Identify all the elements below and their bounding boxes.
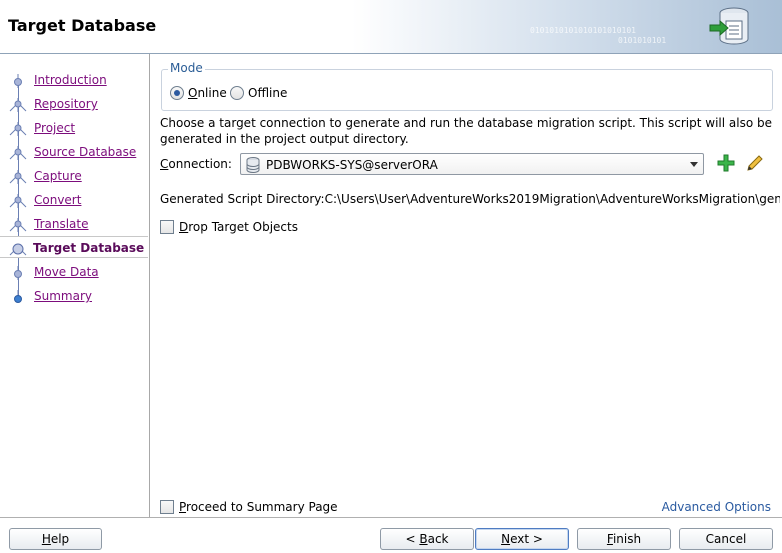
radio-unchecked-icon[interactable]: [230, 86, 244, 100]
advanced-options-link[interactable]: Advanced Options: [662, 500, 771, 514]
step-done-icon: [9, 146, 27, 160]
nav-step-label[interactable]: Introduction: [34, 73, 107, 87]
nav-step-project[interactable]: Project: [0, 117, 150, 139]
nav-step-translate[interactable]: Translate: [0, 213, 150, 235]
step-current-icon: [9, 243, 27, 256]
connection-label: Connection:: [160, 157, 232, 171]
step-done-icon: [9, 194, 27, 208]
back-button[interactable]: < Back: [380, 528, 474, 550]
main-panel: Mode Online Offline Choose a target conn…: [151, 54, 782, 517]
nav-step-label[interactable]: Source Database: [34, 145, 136, 159]
database-icon: [246, 157, 260, 173]
nav-step-label[interactable]: Translate: [34, 217, 89, 231]
nav-step-introduction[interactable]: Introduction: [0, 69, 150, 91]
step-pending-icon: [14, 290, 22, 303]
help-button[interactable]: Help: [9, 528, 102, 550]
nav-step-label[interactable]: Move Data: [34, 265, 99, 279]
nav-step-source-database[interactable]: Source Database: [0, 141, 150, 163]
connection-description: Choose a target connection to generate a…: [160, 116, 772, 146]
generated-script-directory: Generated Script Directory:C:\Users\User…: [160, 192, 780, 206]
checkbox-unchecked-icon[interactable]: [160, 500, 174, 514]
header-binary-decoration: 0101010101010101010101: [530, 26, 636, 35]
proceed-to-summary-label: Proceed to Summary Page: [179, 500, 338, 514]
database-migration-icon: [709, 7, 749, 45]
step-done-icon: [9, 218, 27, 232]
cancel-button[interactable]: Cancel: [679, 528, 773, 550]
mode-legend: Mode: [168, 61, 205, 75]
nav-step-label[interactable]: Capture: [34, 169, 82, 183]
nav-step-label[interactable]: Target Database: [33, 241, 144, 255]
connection-select[interactable]: PDBWORKS-SYS@serverORA: [240, 153, 704, 175]
wizard-header: Target Database 0101010101010101010101 0…: [0, 0, 782, 54]
nav-step-label[interactable]: Convert: [34, 193, 81, 207]
checkbox-unchecked-icon[interactable]: [160, 220, 174, 234]
step-done-icon: [9, 98, 27, 112]
nav-step-capture[interactable]: Capture: [0, 165, 150, 187]
page-title: Target Database: [8, 16, 157, 35]
chevron-down-icon[interactable]: [689, 161, 699, 169]
step-pending-icon: [14, 266, 22, 280]
nav-step-label[interactable]: Summary: [34, 289, 92, 303]
connection-value: PDBWORKS-SYS@serverORA: [266, 158, 438, 172]
drop-target-objects-checkbox[interactable]: Drop Target Objects: [160, 220, 298, 234]
nav-step-target-database[interactable]: Target Database: [0, 236, 148, 258]
wizard-button-bar: Help < Back Next > Finish Cancel: [0, 517, 782, 553]
next-button[interactable]: Next >: [475, 528, 569, 550]
header-binary-decoration-2: 0101010101: [618, 36, 667, 45]
online-label: Online: [188, 86, 227, 100]
edit-connection-button[interactable]: [745, 153, 765, 173]
online-radio[interactable]: Online: [170, 86, 227, 100]
radio-checked-icon[interactable]: [170, 86, 184, 100]
proceed-to-summary-checkbox[interactable]: Proceed to Summary Page: [160, 500, 338, 514]
step-done-icon: [9, 170, 27, 184]
mode-group: Mode Online Offline: [161, 61, 773, 111]
nav-step-label[interactable]: Project: [34, 121, 75, 135]
nav-step-repository[interactable]: Repository: [0, 93, 150, 115]
nav-step-convert[interactable]: Convert: [0, 189, 150, 211]
step-done-icon: [9, 122, 27, 136]
nav-step-summary[interactable]: Summary: [0, 285, 150, 307]
add-connection-button[interactable]: [717, 154, 735, 172]
drop-target-objects-label: Drop Target Objects: [179, 220, 298, 234]
nav-step-label[interactable]: Repository: [34, 97, 98, 111]
offline-label: Offline: [248, 86, 288, 100]
nav-step-move-data[interactable]: Move Data: [0, 261, 150, 283]
wizard-steps-nav: Introduction Repository Project Source D…: [0, 54, 150, 517]
finish-button[interactable]: Finish: [577, 528, 671, 550]
step-done-icon: [14, 74, 22, 88]
offline-radio[interactable]: Offline: [230, 86, 287, 100]
